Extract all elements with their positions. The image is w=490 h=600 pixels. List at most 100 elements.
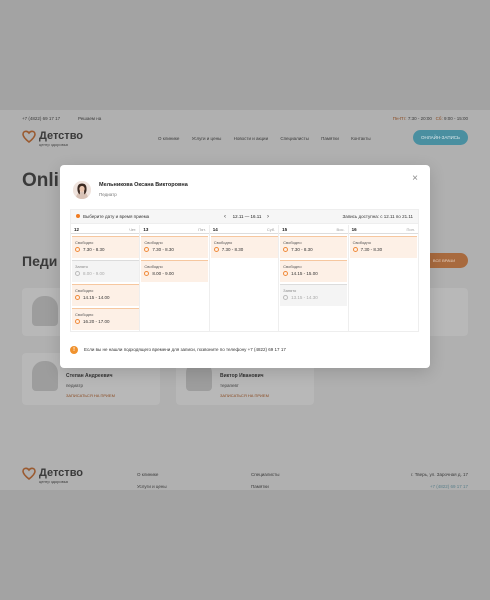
- days-grid: 12 Чет. Свободно 7.30 - 8.30 Занято 8.00…: [71, 225, 418, 331]
- clock-icon: [75, 295, 80, 300]
- time-slot[interactable]: Свободно 7.30 - 8.30: [210, 236, 278, 258]
- clock-icon: [144, 271, 150, 276]
- schedule-hint-text: Выберите дату и время приема: [83, 214, 150, 219]
- slot-status: Свободно: [75, 288, 94, 293]
- schedule-header: Выберите дату и время приема ‹ 12.11 — 1…: [71, 210, 418, 224]
- nav-item-contacts[interactable]: Контакты: [351, 136, 370, 141]
- day-column: 16 Пон. Свободно 7.30 - 8.30: [348, 225, 418, 331]
- day-header: 15 Вос.: [279, 225, 348, 234]
- day-column: 12 Чет. Свободно 7.30 - 8.30 Занято 8.00…: [71, 225, 141, 331]
- clock-icon: [283, 271, 289, 276]
- booking-modal: × Мельникова Оксана Викторовна Педиатр В…: [60, 165, 430, 368]
- clock-icon: [75, 271, 80, 276]
- day-number: 14: [212, 227, 218, 232]
- day-header: 14 Суб.: [209, 225, 279, 234]
- doctor-photo: [32, 361, 58, 391]
- slot-time: 14.15 - 15.00: [291, 271, 318, 276]
- clock-icon: [283, 295, 289, 300]
- time-slot-busy: Занято 13.15 - 14.30: [280, 284, 348, 306]
- nav-item-memos[interactable]: Памятки: [321, 136, 339, 141]
- hours-weekday: 7:30 - 20:00: [407, 116, 432, 121]
- schedule-table: Выберите дату и время приема ‹ 12.11 — 1…: [70, 209, 419, 332]
- slot-status: Свободно: [144, 264, 163, 269]
- topbar-rating[interactable]: Решаем на: [78, 116, 101, 121]
- nav-item-news[interactable]: Новости и акции: [234, 136, 269, 141]
- clock-icon: [75, 247, 80, 252]
- day-of-week: Чет.: [129, 227, 137, 232]
- day-number: 15: [282, 227, 288, 232]
- doctor-specialty: терапевт: [220, 383, 239, 388]
- footer-link[interactable]: Специалисты: [251, 469, 279, 481]
- slot-time: 7.30 - 8.30: [83, 247, 105, 252]
- page: +7 (4822) 69 17 17 Решаем на Пн-Пт: 7:30…: [0, 0, 490, 600]
- hero-title: Onli: [22, 170, 59, 191]
- nav-item-about[interactable]: О клинике: [158, 136, 179, 141]
- overlay-bottom: [0, 490, 490, 600]
- slot-status: Свободно: [144, 240, 163, 245]
- day-header: 16 Пон.: [348, 225, 418, 234]
- logo-subtitle: центр здоровья: [39, 142, 68, 147]
- hours-sat: 9:00 - 15:00: [443, 116, 468, 121]
- slot-status: Свободно: [75, 312, 94, 317]
- time-slot[interactable]: Свободно 7.30 - 8.30: [280, 236, 348, 258]
- heart-logo-icon: [22, 467, 36, 481]
- day-column: 14 Суб. Свободно 7.30 - 8.30: [209, 225, 280, 331]
- hours-prefix: Пн-Пт:: [392, 116, 407, 121]
- schedule-hint: Выберите дату и время приема: [76, 214, 149, 219]
- main-nav: О клинике Услуги и цены Новости и акции …: [158, 136, 382, 141]
- orange-dot-icon: [76, 214, 80, 218]
- day-header: 12 Чет.: [71, 225, 140, 234]
- time-slot[interactable]: Свободно 7.30 - 8.30: [141, 236, 209, 258]
- book-link[interactable]: ЗАПИСАТЬСЯ НА ПРИЕМ: [220, 393, 269, 398]
- clock-icon: [283, 247, 289, 252]
- doctor-portrait-icon: [73, 181, 91, 199]
- slot-status: Свободно: [213, 240, 233, 245]
- slot-time: 7.30 - 8.30: [221, 247, 244, 252]
- book-link[interactable]: ЗАПИСАТЬСЯ НА ПРИЕМ: [66, 393, 115, 398]
- footer-logo-title: Детство: [39, 467, 84, 479]
- clock-icon: [75, 319, 80, 324]
- clock-icon: [144, 247, 150, 252]
- doctor-name: Виктор Иванович: [220, 373, 264, 379]
- nav-item-services[interactable]: Услуги и цены: [192, 136, 222, 141]
- time-slot[interactable]: Свободно 7.30 - 8.30: [72, 236, 139, 258]
- overlay-top: [0, 0, 490, 110]
- day-of-week: Пят.: [198, 227, 206, 232]
- slot-status: Свободно: [75, 240, 94, 245]
- logo-title: Детство: [39, 130, 84, 142]
- info-text: Если вы не нашли подходящего времени для…: [84, 347, 286, 352]
- day-of-week: Суб.: [266, 227, 276, 232]
- close-icon[interactable]: ×: [410, 174, 420, 184]
- slot-status: Занято: [75, 264, 89, 269]
- slot-status: Занято: [283, 288, 297, 293]
- slot-time: 14.15 - 14.00: [83, 295, 110, 300]
- slot-time: 8.00 - 9.00: [152, 271, 174, 276]
- time-slot[interactable]: Свободно 7.30 - 8.30: [349, 236, 417, 258]
- footer-link[interactable]: О клинике: [137, 469, 167, 481]
- time-slot-busy: Занято 8.00 - 9.00: [72, 260, 139, 282]
- section-title: Педи: [22, 253, 58, 269]
- slot-status: Свободно: [283, 264, 302, 269]
- day-number: 12: [74, 227, 80, 232]
- slot-time: 7.30 - 8.30: [291, 247, 313, 252]
- time-slot[interactable]: Свободно 14.15 - 15.00: [280, 260, 348, 282]
- online-booking-button[interactable]: ОНЛАЙН-ЗАПИСЬ: [413, 130, 468, 145]
- doctor-specialty: Педиатр: [99, 192, 117, 197]
- doctor-specialty: педиатр: [66, 383, 83, 388]
- footer-address: г. Тверь, ул. Зарочная д. 17: [411, 472, 468, 477]
- day-of-week: Пон.: [406, 227, 415, 232]
- doctor-avatar: [73, 181, 91, 199]
- nav-item-specialists[interactable]: Специалисты: [280, 136, 308, 141]
- time-slot[interactable]: Свободно 16.20 - 17.00: [72, 308, 139, 330]
- slot-status: Свободно: [283, 240, 302, 245]
- doctor-photo: [32, 296, 58, 326]
- time-slot[interactable]: Свободно 14.15 - 14.00: [72, 284, 139, 306]
- topbar-hours: Пн-Пт: 7:30 - 20:00 Сб: 9:00 - 15:00: [393, 116, 468, 121]
- day-header: 13 Пят.: [140, 225, 209, 234]
- topbar-phone[interactable]: +7 (4822) 69 17 17: [22, 116, 60, 121]
- info-icon: !: [70, 346, 78, 354]
- chevron-right-icon[interactable]: ›: [265, 213, 271, 221]
- slot-time: 7.30 - 8.30: [152, 247, 174, 252]
- time-slot[interactable]: Свободно 8.00 - 9.00: [141, 260, 209, 282]
- date-range: 12.11 — 16.11: [232, 214, 262, 219]
